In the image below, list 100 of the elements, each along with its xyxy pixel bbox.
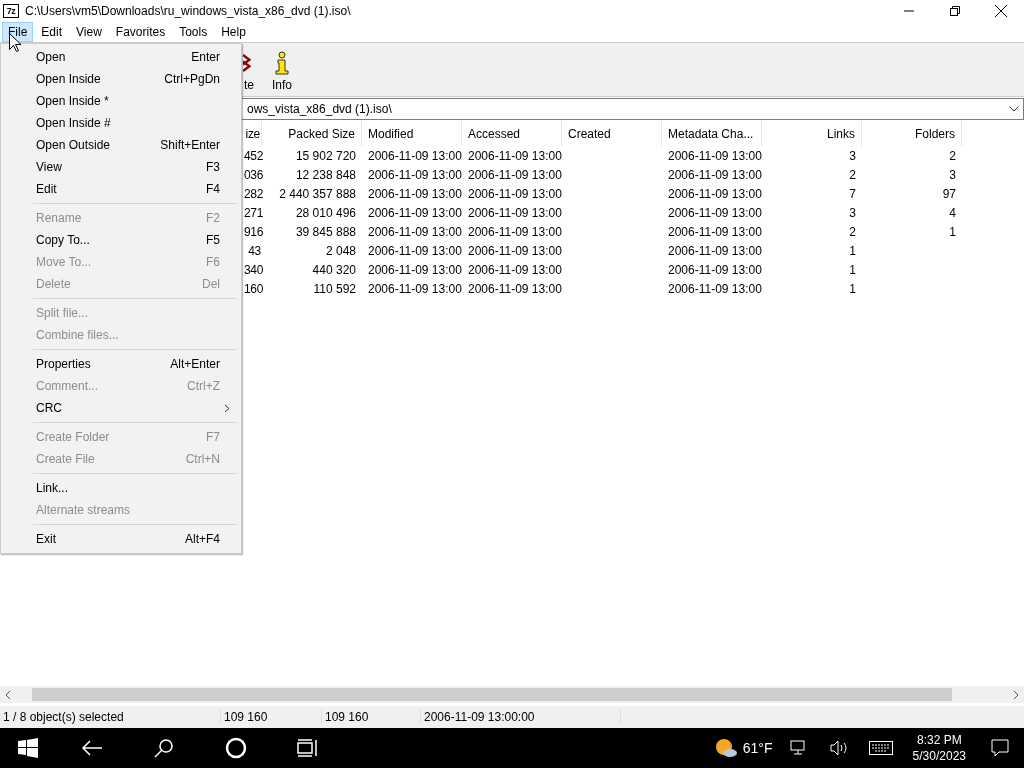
table-cell-text: 3 — [848, 148, 857, 163]
window-title: C:\Users\vm5\Downloads\ru_windows_vista_x86_dvd (1).iso\ — [25, 4, 352, 18]
menu-item[interactable]: Open Outside Shift+Enter — [3, 134, 239, 156]
table-cell-text: 2006-11-09 13:00 — [367, 281, 462, 296]
table-cell-text: 1 — [848, 262, 857, 277]
info-icon — [275, 51, 289, 75]
table-cell-text: 7 — [848, 186, 857, 201]
task-view-icon — [297, 739, 319, 757]
status-text: 109 160 — [322, 710, 421, 724]
table-cell-text: 2006-11-09 13:00 — [667, 262, 762, 277]
sun-cloud-icon — [714, 738, 737, 758]
app-logo: 7z — [3, 4, 19, 18]
table-cell-text: 2006-11-09 13:00 — [467, 148, 562, 163]
table-cell-text: 2006-11-09 13:00 — [467, 186, 562, 201]
status-text: 1 / 8 object(s) selected — [0, 710, 221, 724]
menu-bar-item[interactable]: File — [2, 22, 34, 42]
table-cell-text: 2006-11-09 13:00 — [367, 224, 462, 239]
menu-item[interactable]: Link... — [3, 477, 239, 499]
table-cell: 340 — [243, 262, 262, 277]
table-cell-text: 2006-11-09 13:00 — [367, 148, 462, 163]
table-cell-text: 2006-11-09 13:00 — [667, 205, 762, 220]
table-cell-text: 1 — [848, 243, 857, 258]
column-header[interactable]: Metadata Cha... — [662, 121, 762, 146]
table-cell: 282 — [243, 186, 262, 201]
table-cell-text: 2006-11-09 13:00 — [667, 148, 762, 163]
table-cell-text: 2 — [848, 167, 857, 182]
table-cell-text: 39 845 888 — [294, 224, 357, 239]
close-icon — [995, 5, 1007, 17]
table-cell: 160 — [243, 281, 262, 296]
menu-item[interactable]: View F3 — [3, 156, 239, 178]
table-cell-text: 2006-11-09 13:00 — [667, 281, 762, 296]
search-icon — [154, 738, 174, 758]
table-cell-text: 2 — [948, 148, 957, 163]
table-cell-text: 3 — [948, 167, 957, 182]
table-cell-text: 2006-11-09 13:00 — [367, 205, 462, 220]
menu-item[interactable]: Open Enter — [3, 46, 239, 68]
menu-item[interactable]: Open Inside Ctrl+PgDn — [3, 68, 239, 90]
table-cell-text: 2006-11-09 13:00 — [467, 224, 562, 239]
table-cell-text: 15 902 720 — [294, 148, 357, 163]
table-cell-text: 1 — [948, 224, 957, 239]
table-cell-text: 2006-11-09 13:00 — [667, 167, 762, 182]
weather-button[interactable]: 61°F — [708, 728, 779, 768]
table-cell-text: 2006-11-09 13:00 — [367, 167, 462, 182]
table-cell-text: 2006-11-09 13:00 — [467, 281, 562, 296]
toolbar-button[interactable]: Info — [268, 51, 297, 92]
table-cell-text: 2006-11-09 13:00 — [467, 167, 562, 182]
restore-icon — [950, 6, 960, 16]
column-header[interactable]: Accessed — [462, 121, 562, 146]
column-header[interactable]: Links — [762, 121, 862, 146]
column-header[interactable]: Folders — [862, 121, 962, 146]
table-cell-text: 1 — [848, 281, 857, 296]
cross-icon — [243, 51, 251, 75]
column-header[interactable]: ize — [243, 121, 262, 146]
chevron-icon — [224, 403, 230, 413]
table-cell-text: 2006-11-09 13:00 — [667, 224, 762, 239]
table-cell-text: 2006-11-09 13:00 — [467, 205, 562, 220]
status-text: 109 160 — [221, 710, 322, 724]
back-arrow-icon — [81, 740, 103, 756]
status-text: 2006-11-09 13:00:00 — [421, 710, 621, 724]
table-cell: 271 — [243, 205, 262, 220]
table-cell-text: 440 320 — [311, 262, 357, 277]
table-cell: 452 — [243, 148, 262, 163]
menu-item[interactable]: Edit F4 — [3, 178, 239, 200]
dropdown-icon — [1009, 106, 1019, 112]
table-cell-text: 28 010 496 — [294, 205, 357, 220]
table-cell-text: 2006-11-09 13:00 — [367, 186, 462, 201]
table-cell-text: 110 592 — [312, 281, 357, 296]
table-cell-text: 2006-11-09 13:00 — [667, 186, 762, 201]
table-cell-text: 2006-11-09 13:00 — [367, 243, 462, 258]
toolbar-button[interactable]: te — [240, 51, 258, 92]
menu-bar-item[interactable]: Favorites — [109, 22, 172, 42]
windows-logo-icon — [18, 738, 38, 758]
menu-bar-item[interactable]: View — [70, 22, 108, 42]
table-cell-text: 12 238 848 — [294, 167, 357, 182]
table-cell-text: 2006-11-09 13:00 — [467, 262, 562, 277]
table-cell-text: 3 — [848, 205, 857, 220]
table-cell: 036 — [243, 167, 262, 182]
clock[interactable]: 8:32 PM 5/30/2023 — [902, 732, 976, 764]
table-cell-text: 2006-11-09 13:00 — [667, 243, 762, 258]
menu-item[interactable]: Exit Alt+F4 — [3, 528, 239, 550]
menu-item[interactable]: Properties Alt+Enter — [3, 353, 239, 375]
table-cell-text: 4 — [948, 205, 957, 220]
table-cell-text: 2 048 — [324, 243, 357, 258]
table-cell-text: 2006-11-09 13:00 — [467, 243, 562, 258]
menu-item[interactable]: Copy To... F5 — [3, 229, 239, 251]
table-cell-text: 2 — [848, 224, 857, 239]
table-cell-text: 2 440 357 888 — [278, 186, 357, 201]
menu-bar-item[interactable]: Edit — [35, 22, 69, 42]
menu-item[interactable]: CRC — [3, 397, 239, 419]
table-cell-text: 2006-11-09 13:00 — [367, 262, 462, 277]
column-header[interactable]: Modified — [362, 121, 462, 146]
column-header[interactable]: Packed Size — [262, 121, 362, 146]
circle-icon — [225, 737, 247, 759]
horizontal-scrollbar[interactable] — [0, 686, 1024, 703]
table-cell-text: 43 — [247, 243, 262, 258]
table-cell: 916 — [243, 224, 262, 239]
menu-bar-item[interactable]: Help — [215, 22, 252, 42]
column-header[interactable]: Created — [562, 121, 662, 146]
menu-bar-item[interactable]: Tools — [173, 22, 214, 42]
table-cell-text: 97 — [941, 186, 957, 201]
